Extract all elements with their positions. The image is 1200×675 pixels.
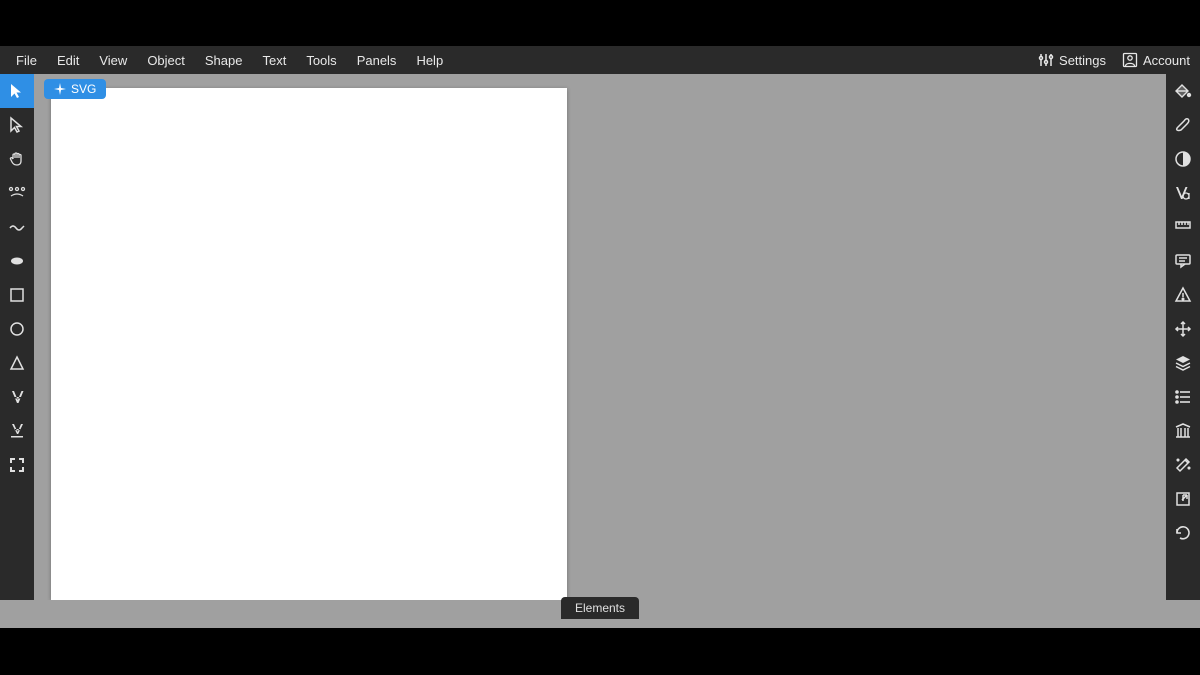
nodes-icon	[8, 184, 26, 202]
fullscreen-tool[interactable]	[0, 448, 34, 482]
text-underline-icon	[8, 422, 26, 440]
menu-tools[interactable]: Tools	[296, 48, 346, 73]
sliders-icon	[1038, 52, 1054, 68]
library-icon	[1174, 422, 1192, 440]
layers-icon	[1174, 354, 1192, 372]
hand-icon	[8, 150, 26, 168]
canvas-tab[interactable]: SVG	[44, 79, 106, 99]
select-tool[interactable]	[0, 74, 34, 108]
undo-panel[interactable]	[1166, 516, 1200, 550]
triangle-tool[interactable]	[0, 346, 34, 380]
brush-tool[interactable]	[0, 244, 34, 278]
pencil-tool[interactable]	[0, 210, 34, 244]
settings-label: Settings	[1059, 53, 1106, 68]
sparkle-icon	[54, 83, 66, 95]
bucket-icon	[1174, 82, 1192, 100]
menu-file[interactable]: File	[6, 48, 47, 73]
move-panel[interactable]	[1166, 312, 1200, 346]
stroke-panel[interactable]	[1166, 108, 1200, 142]
text-path-tool[interactable]	[0, 414, 34, 448]
library-panel[interactable]	[1166, 414, 1200, 448]
direct-select-tool[interactable]	[0, 108, 34, 142]
account-icon	[1122, 52, 1138, 68]
effects-panel[interactable]	[1166, 448, 1200, 482]
move-icon	[1174, 320, 1192, 338]
list-panel[interactable]	[1166, 380, 1200, 414]
menu-shape[interactable]: Shape	[195, 48, 253, 73]
ellipse-tool[interactable]	[0, 312, 34, 346]
export-panel[interactable]	[1166, 482, 1200, 516]
account-button[interactable]: Account	[1118, 52, 1194, 68]
menu-view[interactable]: View	[89, 48, 137, 73]
brush-icon	[1174, 116, 1192, 134]
rectangle-tool[interactable]	[0, 278, 34, 312]
elements-label: Elements	[575, 601, 625, 615]
magic-icon	[1174, 456, 1192, 474]
ellipse-fill-icon	[8, 252, 26, 270]
text-icon	[8, 388, 26, 406]
menu-text[interactable]: Text	[252, 48, 296, 73]
contrast-icon	[1174, 150, 1192, 168]
nodes-tool[interactable]	[0, 176, 34, 210]
pencil-icon	[8, 218, 26, 236]
list-icon	[1174, 388, 1192, 406]
menu-left-group: File Edit View Object Shape Text Tools P…	[6, 48, 453, 73]
typography-icon	[1174, 184, 1192, 202]
text-tool[interactable]	[0, 380, 34, 414]
settings-button[interactable]: Settings	[1034, 52, 1110, 68]
menu-help[interactable]: Help	[406, 48, 453, 73]
menu-right-group: Settings Account	[1034, 52, 1194, 68]
warning-icon	[1174, 286, 1192, 304]
circle-icon	[8, 320, 26, 338]
fullscreen-icon	[8, 456, 26, 474]
cursor-icon	[8, 82, 26, 100]
canvas[interactable]	[51, 88, 567, 600]
ruler-icon	[1174, 218, 1192, 236]
elements-tab[interactable]: Elements	[561, 597, 639, 619]
menu-edit[interactable]: Edit	[47, 48, 89, 73]
bottom-bar: Elements	[0, 600, 1200, 628]
typography-panel[interactable]	[1166, 176, 1200, 210]
triangle-icon	[8, 354, 26, 372]
left-toolbar	[0, 74, 34, 600]
rectangle-icon	[8, 286, 26, 304]
workspace[interactable]: SVG	[34, 74, 1166, 600]
app-container: File Edit View Object Shape Text Tools P…	[0, 46, 1200, 628]
menubar: File Edit View Object Shape Text Tools P…	[0, 46, 1200, 74]
main-area: SVG	[0, 74, 1200, 600]
comment-icon	[1174, 252, 1192, 270]
menu-panels[interactable]: Panels	[347, 48, 407, 73]
comments-panel[interactable]	[1166, 244, 1200, 278]
undo-icon	[1174, 524, 1192, 542]
account-label: Account	[1143, 53, 1190, 68]
ruler-panel[interactable]	[1166, 210, 1200, 244]
layers-panel[interactable]	[1166, 346, 1200, 380]
menu-object[interactable]: Object	[137, 48, 195, 73]
pan-tool[interactable]	[0, 142, 34, 176]
contrast-panel[interactable]	[1166, 142, 1200, 176]
warning-panel[interactable]	[1166, 278, 1200, 312]
canvas-tab-label: SVG	[71, 82, 96, 96]
export-icon	[1174, 490, 1192, 508]
cursor-outline-icon	[8, 116, 26, 134]
right-toolbar	[1166, 74, 1200, 600]
fill-panel[interactable]	[1166, 74, 1200, 108]
